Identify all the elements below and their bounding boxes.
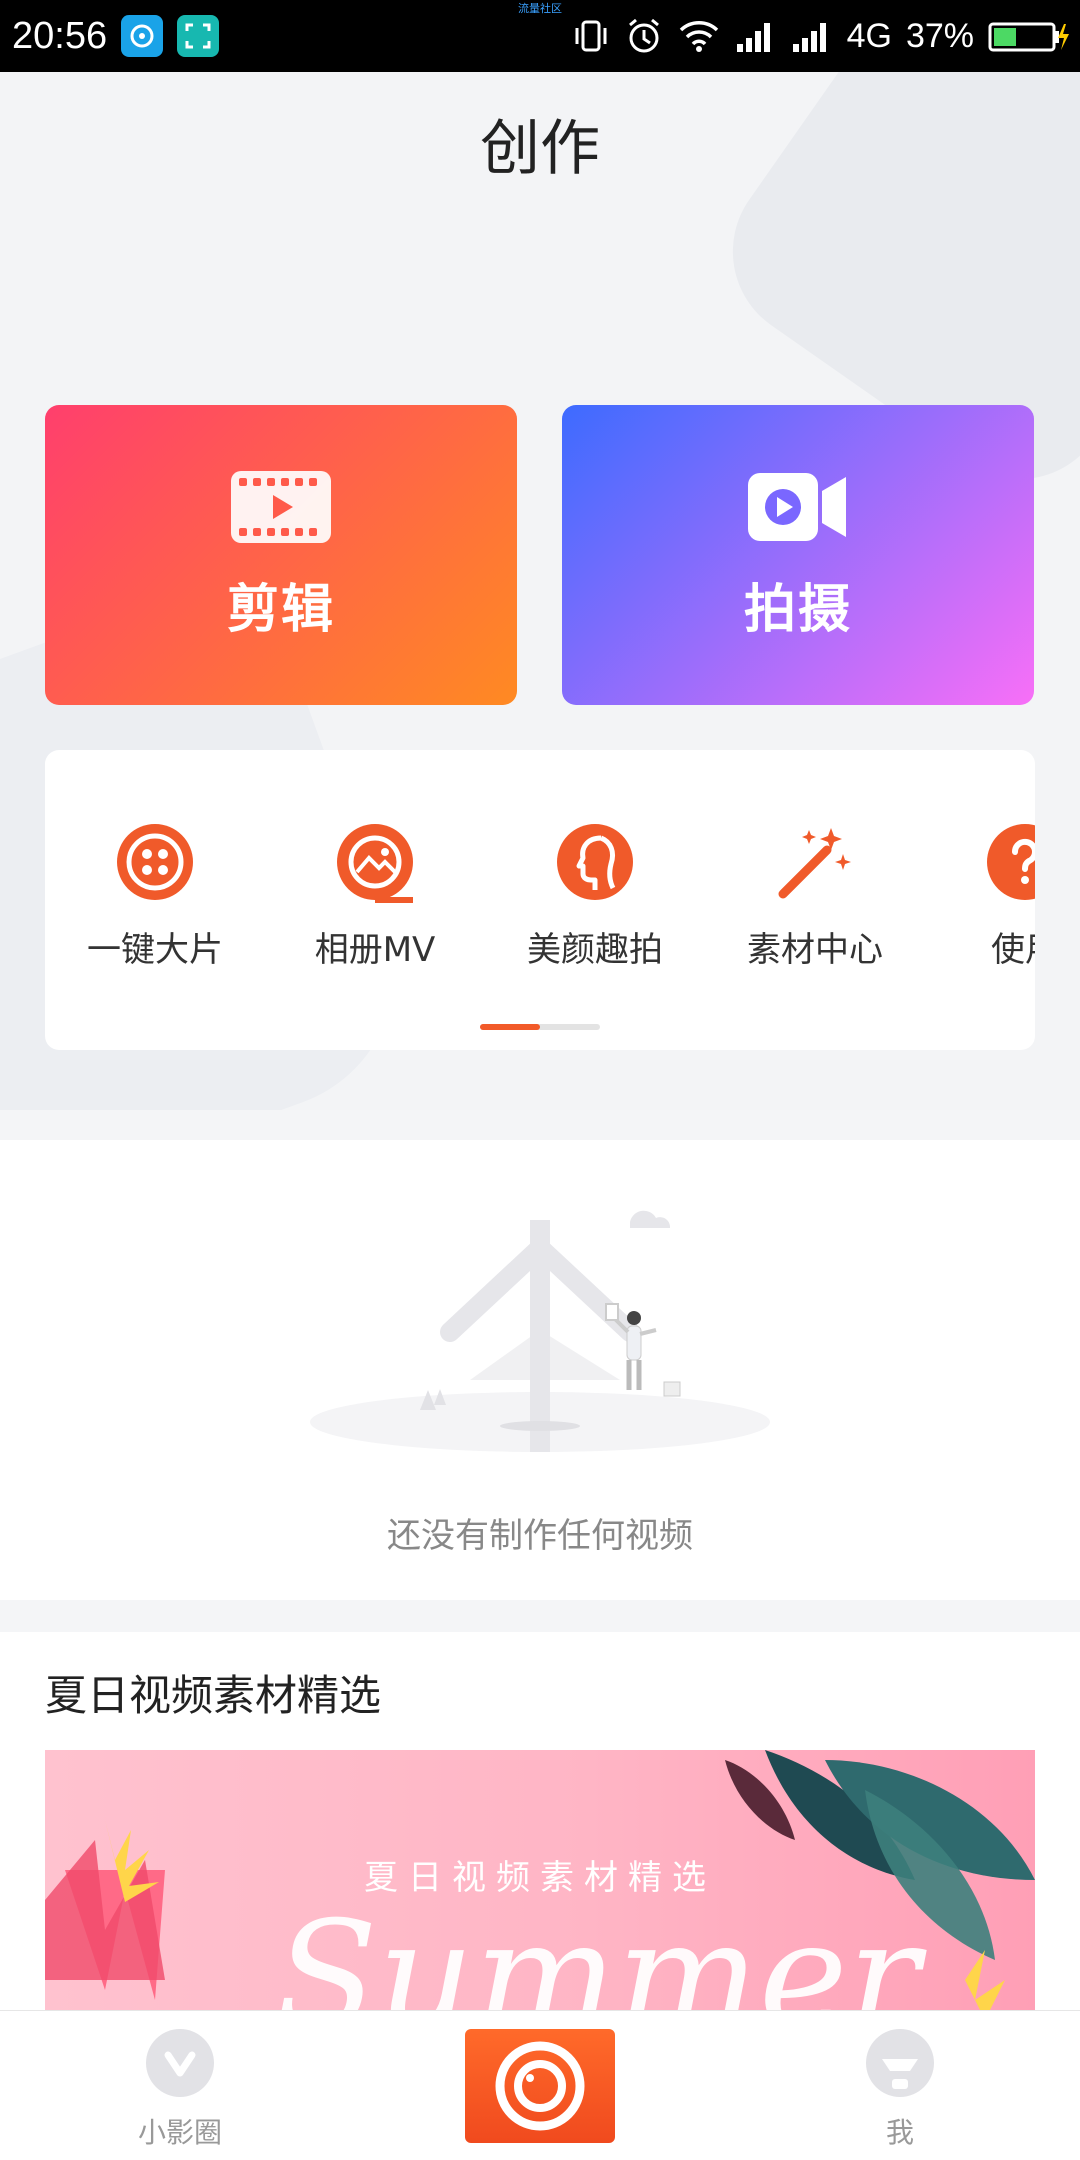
signal-icon (792, 23, 826, 52)
profile-icon (866, 2029, 934, 2097)
magic-wand-icon (778, 828, 851, 899)
tool-label: 使用 (991, 930, 1035, 970)
status-bar-left: 20:56 (12, 14, 220, 58)
tab-me[interactable]: 我 (820, 2027, 980, 2151)
tab-xiaoyingquan[interactable]: 小影圈 (100, 2027, 260, 2151)
film-reel-icon (117, 824, 193, 900)
signal-icon (736, 23, 770, 52)
edit-button[interactable]: 剪辑 (45, 405, 517, 705)
shoot-button[interactable]: 拍摄 (562, 405, 1034, 705)
bottom-tab-bar: 小影圈 我 (0, 2010, 1080, 2160)
empty-state-text: 还没有制作任何视频 (387, 1516, 693, 1556)
network-type: 4G (846, 16, 892, 55)
status-time: 20:56 (12, 14, 108, 57)
battery-icon (988, 22, 1069, 52)
tool-label: 相册MV (314, 930, 436, 970)
wifi-icon (679, 21, 718, 52)
community-icon (146, 2029, 214, 2097)
tab-label: 小影圈 (137, 2116, 222, 2149)
album-icon (337, 824, 413, 903)
tool-material-center[interactable]: 素材中心 (715, 820, 915, 971)
tools-carousel[interactable]: 一键大片 相册MV 美颜趣拍 素材中心 使 (45, 750, 1035, 1050)
tool-label: 一键大片 (87, 930, 223, 970)
carousel-indicator-active (480, 1024, 540, 1030)
hero-section: 创作 剪辑 拍摄 一键大片 相册MV 美颜趣拍 素材中心 使 (0, 72, 1080, 1110)
create-tab-button[interactable] (465, 2029, 615, 2143)
status-bar-right: 4G 37% (571, 17, 1070, 56)
featured-banner[interactable]: 夏日视频素材精选 Summer (45, 1750, 1035, 2012)
tab-label: 我 (885, 2116, 914, 2149)
page-title: 创作 (480, 114, 600, 184)
video-camera-icon (748, 472, 846, 541)
scan-app-icon (177, 15, 220, 57)
status-bar: 20:56 流量社区 4G 37% (0, 0, 1080, 72)
vibrate-icon (575, 20, 607, 52)
edit-label: 剪辑 (226, 579, 335, 640)
tool-help[interactable]: 使用 (925, 820, 1035, 971)
upload-arrow-illustration (310, 1210, 770, 1452)
carousel-indicator (480, 1024, 600, 1030)
camera-lens-icon (495, 2041, 585, 2131)
face-profile-icon (557, 824, 633, 900)
featured-section: 夏日视频素材精选 夏日视频素材精选 Summer (0, 1632, 1080, 2012)
banner-script-text: Summer (275, 1890, 920, 2012)
featured-title: 夏日视频素材精选 (45, 1671, 382, 1720)
tool-beauty-shoot[interactable]: 美颜趣拍 (495, 820, 695, 971)
tool-album-mv[interactable]: 相册MV (275, 820, 475, 971)
assistant-app-icon (121, 15, 164, 57)
tool-label: 素材中心 (747, 930, 883, 970)
film-icon (231, 470, 331, 543)
help-icon (987, 824, 1035, 900)
battery-percent: 37% (905, 16, 974, 55)
empty-state: 还没有制作任何视频 (0, 1140, 1080, 1600)
tool-one-click-movie[interactable]: 一键大片 (55, 820, 255, 971)
shoot-label: 拍摄 (743, 579, 852, 640)
status-center-text: 流量社区 (518, 2, 562, 15)
alarm-icon (628, 18, 659, 53)
tool-label: 美颜趣拍 (527, 930, 663, 970)
